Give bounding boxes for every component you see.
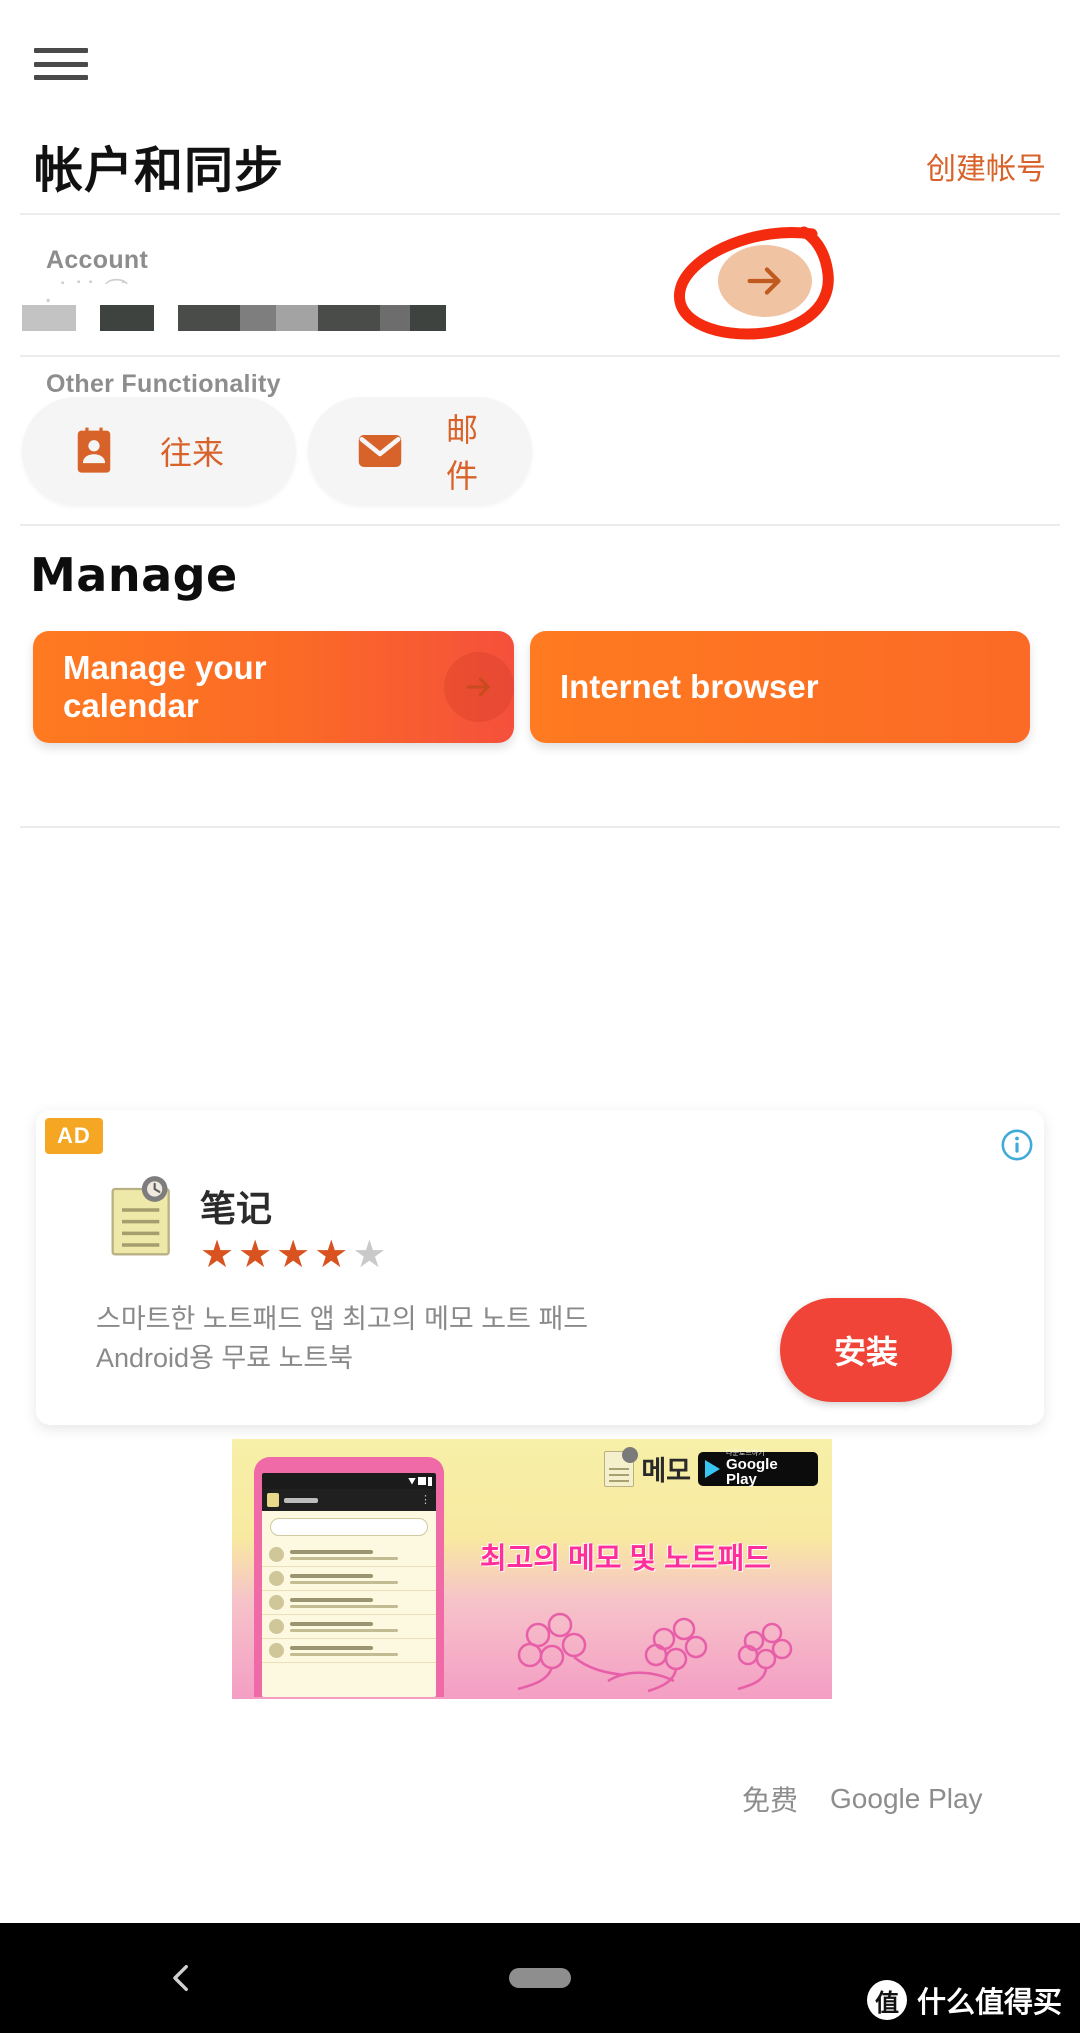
envelope-icon xyxy=(358,434,402,468)
mail-button-label: 邮件 xyxy=(446,412,479,494)
manage-calendar-arrow[interactable] xyxy=(444,652,514,722)
ad-description: 스마트한 노트패드 앱 최고의 메모 노트 패드 Android용 무료 노트북 xyxy=(96,1304,589,1374)
banner-clock-icon xyxy=(622,1446,639,1463)
banner-list-item xyxy=(262,1591,436,1615)
account-open-button[interactable] xyxy=(718,245,812,317)
android-navigation-bar: 值 什么值得买 xyxy=(0,1923,1080,2033)
star-empty-icon: ★ xyxy=(352,1234,387,1276)
banner-logo: 메모 다운로드하기 Google Play xyxy=(604,1446,818,1488)
ad-app-title: 笔记 xyxy=(200,1188,273,1229)
install-button-label: 安装 xyxy=(833,1334,898,1370)
home-pill-icon[interactable] xyxy=(509,1968,571,1988)
banner-list-item xyxy=(262,1567,436,1591)
contacts-button-label: 往来 xyxy=(160,435,225,471)
account-section-label: Account xyxy=(46,246,149,274)
hamburger-menu-icon[interactable] xyxy=(34,44,88,84)
screen: 帐户和同步 创建帐号 Account . ̇ ˙˙ ͡ ˙ Other Func… xyxy=(0,0,1080,2033)
account-value-redacted xyxy=(22,305,446,331)
watermark-text: 什么值得买 xyxy=(916,1987,1062,2019)
redaction-block xyxy=(100,305,154,331)
page-title: 帐户和同步 xyxy=(34,141,285,199)
arrow-right-icon xyxy=(466,677,490,697)
banner-headline: 최고의 메모 및 노트패드 xyxy=(480,1543,771,1575)
watermark-badge: 值 xyxy=(866,1980,907,2020)
star-filled-icon: ★ xyxy=(314,1234,349,1276)
play-badge-sub: 다운로드하기 xyxy=(726,1450,765,1457)
star-filled-icon: ★ xyxy=(238,1234,273,1276)
play-badge-title: Google Play xyxy=(726,1456,778,1488)
ad-price: 免费 xyxy=(742,1785,799,1816)
ad-badge: AD xyxy=(45,1118,103,1154)
notepad-icon xyxy=(111,1176,170,1256)
redaction-block xyxy=(318,305,380,331)
banner-flower-decoration xyxy=(517,1612,793,1693)
info-circle-icon[interactable] xyxy=(1000,1128,1034,1162)
google-play-badge[interactable]: 다운로드하기 Google Play xyxy=(698,1450,818,1488)
ad-store: Google Play xyxy=(830,1783,983,1814)
play-triangle-icon xyxy=(705,1459,720,1478)
hamburger-line xyxy=(34,61,88,67)
manage-calendar-label: Manage your calendar xyxy=(63,649,267,724)
create-account-link[interactable]: 创建帐号 xyxy=(926,144,1046,188)
redaction-gap xyxy=(76,305,100,331)
banner-list-item xyxy=(262,1615,436,1639)
redaction-block xyxy=(240,305,276,331)
ad-rating-stars: ★ ★ ★ ★ ★ xyxy=(200,1236,386,1274)
banner-phone-search xyxy=(270,1518,428,1536)
banner-phone-statusbar xyxy=(262,1473,436,1489)
banner-list-item xyxy=(262,1543,436,1567)
watermark: 值 什么值得买 xyxy=(866,1979,1062,2021)
banner-phone-appbar: ⋮ xyxy=(262,1489,436,1511)
banner-note-icon xyxy=(604,1446,639,1487)
redaction-block xyxy=(178,305,240,331)
manage-heading: Manage xyxy=(30,548,238,602)
banner-logo-text: 메모 xyxy=(641,1456,691,1486)
other-functionality-label: Other Functionality xyxy=(46,370,281,398)
redaction-gap xyxy=(154,305,178,331)
ad-banner-image[interactable]: ⋮ 메모 다운로드하기 Google Play 최고의 메모 및 노트패드 xyxy=(232,1439,832,1699)
divider xyxy=(20,826,1060,828)
divider xyxy=(20,355,1060,357)
divider xyxy=(20,213,1060,215)
contact-card-icon xyxy=(77,427,111,473)
chevron-left-icon[interactable] xyxy=(165,1961,199,1995)
redaction-block xyxy=(276,305,318,331)
banner-phone-mockup: ⋮ xyxy=(254,1457,444,1697)
redaction-block xyxy=(410,305,446,331)
mail-button[interactable]: 邮件 xyxy=(308,397,532,505)
hamburger-line xyxy=(34,48,88,53)
contacts-button[interactable]: 往来 xyxy=(22,397,296,505)
divider xyxy=(20,524,1060,526)
redaction-block xyxy=(22,305,76,331)
internet-browser-card[interactable]: Internet browser xyxy=(530,631,1030,743)
star-filled-icon: ★ xyxy=(276,1234,311,1276)
star-filled-icon: ★ xyxy=(200,1234,235,1276)
page-header: 帐户和同步 创建帐号 xyxy=(0,118,1080,214)
ad-footer: 免费 Google Play xyxy=(742,1779,983,1819)
arrow-right-icon xyxy=(747,267,781,295)
hamburger-line xyxy=(34,75,88,80)
banner-list-item xyxy=(262,1639,436,1663)
manage-calendar-card[interactable]: Manage your calendar xyxy=(33,631,514,743)
install-button[interactable]: 安装 xyxy=(780,1298,952,1402)
banner-phone-screen: ⋮ xyxy=(262,1473,436,1697)
redaction-block xyxy=(380,305,410,331)
internet-browser-label: Internet browser xyxy=(560,668,819,705)
